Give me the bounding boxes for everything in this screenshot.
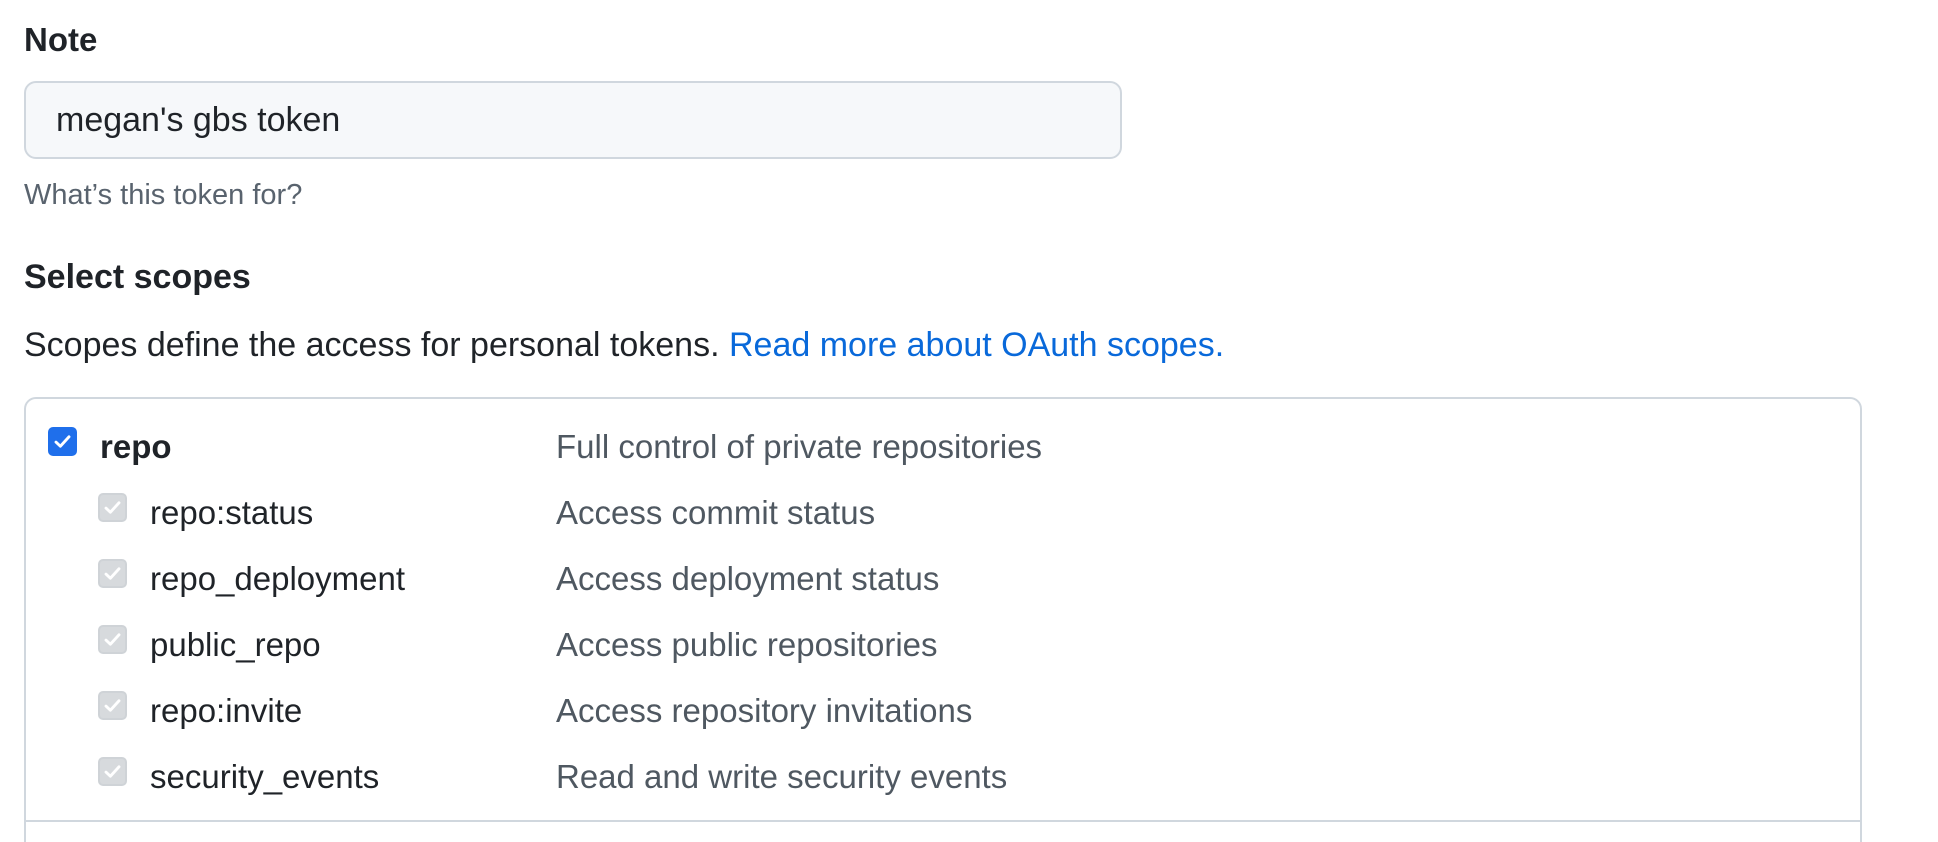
scope-row-security-events: security_events Read and write security … [26, 755, 1860, 799]
checkmark-icon [104, 501, 121, 514]
scope-name: repo:status [150, 494, 314, 531]
scope-row-repo-invite: repo:invite Access repository invitation… [26, 689, 1860, 733]
scopes-description: Scopes define the access for personal to… [24, 323, 1224, 367]
checkmark-icon [54, 435, 71, 448]
note-hint: What’s this token for? [24, 179, 303, 211]
checkmark-icon [104, 699, 121, 712]
scope-row-public-repo: public_repo Access public repositories [26, 623, 1860, 667]
scope-name: repo_deployment [150, 560, 406, 597]
note-label: Note [24, 21, 98, 58]
repo-status-checkbox[interactable] [98, 493, 127, 522]
oauth-scopes-link[interactable]: Read more about OAuth scopes. [729, 326, 1224, 364]
scope-row-repo-deployment: repo_deployment Access deployment status [26, 557, 1860, 601]
scope-name: public_repo [150, 626, 321, 663]
scope-description: Access public repositories [556, 626, 938, 663]
scope-description: Access repository invitations [556, 692, 973, 729]
scope-name: repo [100, 428, 172, 465]
checkmark-icon [104, 567, 121, 580]
scope-row-repo: repo Full control of private repositorie… [26, 425, 1860, 469]
note-input[interactable] [24, 81, 1122, 159]
public-repo-checkbox[interactable] [98, 625, 127, 654]
checkmark-icon [104, 633, 121, 646]
repo-invite-checkbox[interactable] [98, 691, 127, 720]
scope-name: repo:invite [150, 692, 303, 729]
scope-description: Access commit status [556, 494, 876, 531]
scope-description: Access deployment status [556, 560, 940, 597]
repo-deployment-checkbox[interactable] [98, 559, 127, 588]
checkmark-icon [104, 765, 121, 778]
scope-group-divider [26, 820, 1860, 822]
repo-checkbox[interactable] [48, 427, 77, 456]
security-events-checkbox[interactable] [98, 757, 127, 786]
token-settings-page: Note What’s this token for? Select scope… [0, 0, 1938, 842]
scope-name: security_events [150, 758, 380, 795]
scope-row-repo-status: repo:status Access commit status [26, 491, 1860, 535]
scope-description: Full control of private repositories [556, 428, 1043, 465]
scope-list: repo Full control of private repositorie… [24, 397, 1862, 842]
scope-description: Read and write security events [556, 758, 1008, 795]
scopes-description-text: Scopes define the access for personal to… [24, 326, 720, 364]
select-scopes-heading: Select scopes [24, 258, 251, 296]
